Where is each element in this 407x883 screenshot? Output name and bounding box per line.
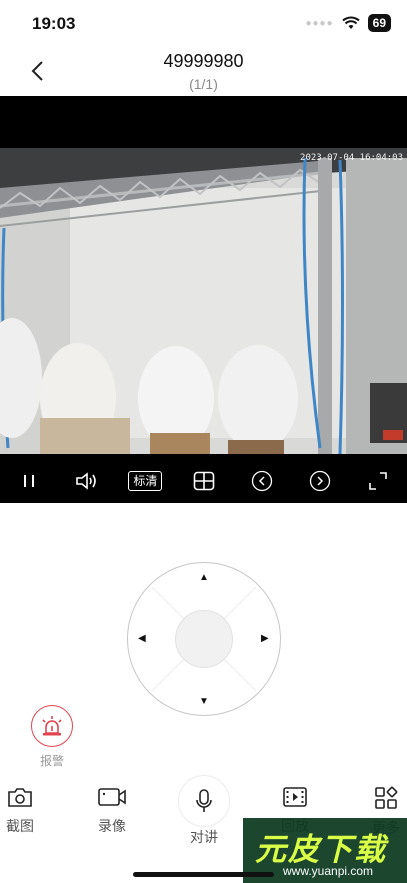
- watermark-url: www.yuanpi.com: [283, 864, 374, 878]
- record-label: 录像: [98, 818, 126, 834]
- quality-button[interactable]: 标清: [128, 471, 163, 491]
- split-view-button[interactable]: [187, 464, 221, 498]
- ptz-down-arrow-icon[interactable]: ▼: [199, 697, 209, 707]
- grid-view-icon: [193, 471, 214, 491]
- video-camera-icon: [98, 788, 126, 806]
- video-controls: 标清: [0, 458, 407, 504]
- camera-feed[interactable]: [0, 148, 407, 454]
- pause-button[interactable]: [12, 464, 46, 498]
- film-icon: [283, 787, 307, 807]
- ptz-left-arrow-icon[interactable]: ◀: [138, 634, 146, 644]
- screenshot-label: 截图: [6, 818, 34, 834]
- status-indicators: ●●●● 69: [305, 14, 391, 32]
- alarm-button[interactable]: [31, 705, 73, 747]
- microphone-icon: [196, 789, 212, 812]
- previous-button[interactable]: [245, 464, 279, 498]
- next-button[interactable]: [303, 464, 337, 498]
- ptz-right-arrow-icon[interactable]: ▶: [261, 634, 269, 644]
- speaker-icon: [76, 472, 97, 490]
- watermark-title: 元皮下载: [255, 832, 387, 867]
- intercom-label: 对讲: [190, 829, 218, 845]
- home-indicator[interactable]: [133, 872, 274, 877]
- record-button[interactable]: 录像: [82, 786, 142, 836]
- ptz-center-button[interactable]: [175, 610, 233, 668]
- pause-icon: [24, 475, 35, 487]
- status-time: 19:03: [32, 14, 76, 33]
- intercom-button[interactable]: 对讲: [174, 775, 234, 847]
- screenshot-button[interactable]: 截图: [0, 786, 50, 836]
- volume-button[interactable]: [70, 464, 104, 498]
- wifi-icon: [341, 16, 360, 29]
- video-timestamp: 2023-07-04 16:04:03: [300, 153, 403, 163]
- camera-icon: [8, 788, 32, 807]
- battery-icon: 69: [367, 14, 391, 32]
- chevron-right-circle-icon: [309, 470, 330, 492]
- page-title: 49999980: [163, 51, 244, 71]
- siren-icon: [42, 716, 62, 736]
- page-counter: (1/1): [189, 76, 218, 92]
- chevron-left-circle-icon: [251, 470, 272, 492]
- fullscreen-button[interactable]: [361, 464, 395, 498]
- ptz-up-arrow-icon[interactable]: ▲: [199, 573, 209, 583]
- camera-feed-image: [0, 148, 407, 454]
- fullscreen-icon: [369, 472, 387, 490]
- signal-icon: ●●●●: [305, 17, 334, 29]
- intercom-circle: [178, 775, 230, 827]
- alarm-label: 报警: [39, 754, 64, 768]
- grid-icon: [375, 786, 398, 809]
